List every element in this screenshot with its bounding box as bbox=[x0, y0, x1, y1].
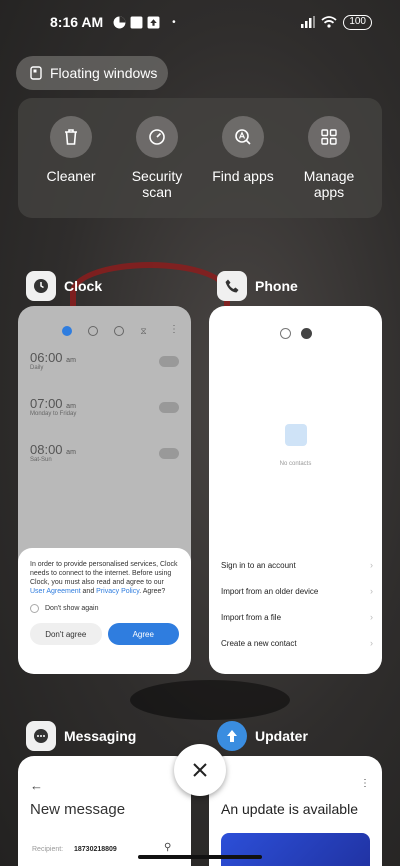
contact-placeholder-icon bbox=[284, 424, 307, 446]
alarm-ampm: am bbox=[66, 449, 76, 456]
messaging-app-icon bbox=[26, 721, 56, 751]
clock-app-header[interactable]: Clock bbox=[26, 271, 102, 301]
phone-app-icon bbox=[217, 271, 247, 301]
dont-show-again-checkbox[interactable]: Don't show again bbox=[30, 604, 179, 613]
phone-app-header[interactable]: Phone bbox=[217, 271, 298, 301]
contacts-tab-icon bbox=[300, 328, 312, 339]
no-contacts-label: No contacts bbox=[279, 461, 312, 467]
update-available-title: An update is available bbox=[221, 801, 358, 817]
world-clock-tab-icon bbox=[88, 326, 99, 336]
checkbox-circle bbox=[30, 604, 39, 613]
dont-show-again-label: Don't show again bbox=[45, 605, 99, 612]
sign-in-item[interactable]: Sign in to an account › bbox=[221, 552, 373, 578]
wallpaper-shadow bbox=[130, 680, 290, 720]
alarm-repeat: Sat-Sun bbox=[30, 457, 52, 463]
updater-app-name: Updater bbox=[255, 728, 308, 744]
chevron-right-icon: › bbox=[370, 638, 373, 648]
messaging-recent-card[interactable]: ← New message Recipient: 18730218809 ⚲ bbox=[18, 756, 191, 866]
recipient-label: Recipient: bbox=[32, 846, 64, 853]
status-time: 8:16 AM bbox=[50, 14, 104, 30]
gauge-icon bbox=[136, 116, 178, 158]
status-bar: 8:16 AM • 100 bbox=[0, 0, 400, 44]
messaging-app-name: Messaging bbox=[64, 728, 137, 744]
more-notifications-dot: • bbox=[172, 16, 176, 28]
recipient-number: 18730218809 bbox=[74, 846, 117, 853]
alarm-toggle bbox=[159, 356, 179, 367]
phone-tabs bbox=[209, 328, 382, 339]
no-contacts-state: No contacts bbox=[209, 424, 382, 470]
alarm-time: 06:00 bbox=[30, 350, 63, 365]
cleaner-label: Cleaner bbox=[46, 168, 96, 184]
battery-indicator: 100 bbox=[343, 14, 372, 30]
phone-options-list: Sign in to an account › Import from an ol… bbox=[221, 552, 373, 656]
home-indicator[interactable] bbox=[138, 855, 262, 859]
agree-button[interactable]: Agree bbox=[107, 623, 179, 645]
trash-icon bbox=[50, 116, 92, 158]
notification-icon bbox=[113, 16, 126, 28]
more-options-icon: ⋮ bbox=[360, 778, 370, 789]
signal-icon bbox=[301, 16, 316, 28]
import-older-device-item[interactable]: Import from an older device › bbox=[221, 578, 373, 604]
dialog-buttons: Don't agree Agree bbox=[30, 623, 179, 645]
new-message-title: New message bbox=[30, 801, 126, 818]
alarm-row: 06:00 am Daily bbox=[30, 350, 179, 396]
wifi-icon bbox=[321, 16, 337, 28]
clock-tabs: ⧖ ⋮ bbox=[18, 324, 191, 336]
updater-app-header[interactable]: Updater bbox=[217, 721, 308, 751]
chevron-right-icon: › bbox=[370, 560, 373, 570]
alarm-ampm: am bbox=[66, 357, 76, 364]
update-banner-image bbox=[221, 833, 370, 866]
upload-notification-icon bbox=[147, 16, 160, 28]
import-file-item[interactable]: Import from a file › bbox=[221, 604, 373, 630]
floating-window-icon bbox=[30, 66, 42, 80]
clock-app-name: Clock bbox=[64, 278, 103, 294]
updater-recent-card[interactable]: ⋮ An update is available bbox=[209, 756, 382, 866]
phone-app-name: Phone bbox=[255, 278, 298, 294]
clock-app-icon bbox=[26, 271, 56, 301]
alarm-toggle bbox=[159, 402, 179, 413]
chevron-right-icon: › bbox=[370, 586, 373, 596]
security-scan-label: Security scan bbox=[131, 168, 183, 200]
security-scan-button[interactable]: Security scan bbox=[116, 116, 198, 218]
back-arrow-icon: ← bbox=[30, 778, 43, 793]
clock-recent-card[interactable]: ⧖ ⋮ 06:00 am Daily 07:00 am Monday to Fr… bbox=[18, 306, 191, 674]
find-apps-label: Find apps bbox=[212, 168, 274, 184]
quick-actions-panel: Cleaner Security scan Find apps Manage a… bbox=[18, 98, 382, 218]
floating-windows-button[interactable]: Floating windows bbox=[16, 56, 168, 90]
square-notification-icon bbox=[130, 16, 143, 28]
close-icon bbox=[193, 763, 207, 777]
alarm-ampm: am bbox=[66, 403, 76, 410]
alarm-time: 08:00 bbox=[30, 442, 63, 457]
alarm-repeat: Monday to Friday bbox=[30, 411, 77, 417]
messaging-app-header[interactable]: Messaging bbox=[26, 721, 136, 751]
alarm-time: 07:00 bbox=[30, 396, 63, 411]
dont-agree-button[interactable]: Don't agree bbox=[30, 623, 102, 645]
create-contact-item[interactable]: Create a new contact › bbox=[221, 630, 373, 656]
chevron-right-icon: › bbox=[370, 612, 373, 622]
alarm-row: 07:00 am Monday to Friday bbox=[30, 396, 179, 442]
clear-all-button[interactable] bbox=[174, 744, 226, 796]
grid-icon bbox=[308, 116, 350, 158]
manage-apps-button[interactable]: Manage apps bbox=[288, 116, 370, 218]
cleaner-button[interactable]: Cleaner bbox=[30, 116, 112, 218]
user-agreement-link[interactable]: User Agreement bbox=[30, 588, 81, 595]
clock-consent-dialog: In order to provide personalised service… bbox=[18, 548, 191, 674]
call-log-tab-icon bbox=[279, 328, 291, 339]
stopwatch-tab-icon bbox=[114, 326, 125, 336]
more-options-icon: ⋮ bbox=[169, 324, 179, 335]
alarm-row: 08:00 am Sat-Sun bbox=[30, 442, 179, 488]
alarm-repeat: Daily bbox=[30, 365, 44, 371]
privacy-policy-link[interactable]: Privacy Policy bbox=[96, 588, 139, 595]
contact-person-icon: ⚲ bbox=[164, 842, 172, 853]
phone-recent-card[interactable]: No contacts Sign in to an account › Impor… bbox=[209, 306, 382, 674]
manage-apps-label: Manage apps bbox=[303, 168, 355, 200]
find-apps-button[interactable]: Find apps bbox=[202, 116, 284, 218]
floating-windows-label: Floating windows bbox=[50, 65, 158, 81]
consent-text: In order to provide personalised service… bbox=[30, 561, 178, 595]
alarm-toggle bbox=[159, 448, 179, 459]
updater-app-icon bbox=[217, 721, 247, 751]
timer-tab-icon: ⧖ bbox=[140, 326, 147, 336]
alarm-tab-icon bbox=[62, 326, 73, 336]
search-app-icon bbox=[222, 116, 264, 158]
